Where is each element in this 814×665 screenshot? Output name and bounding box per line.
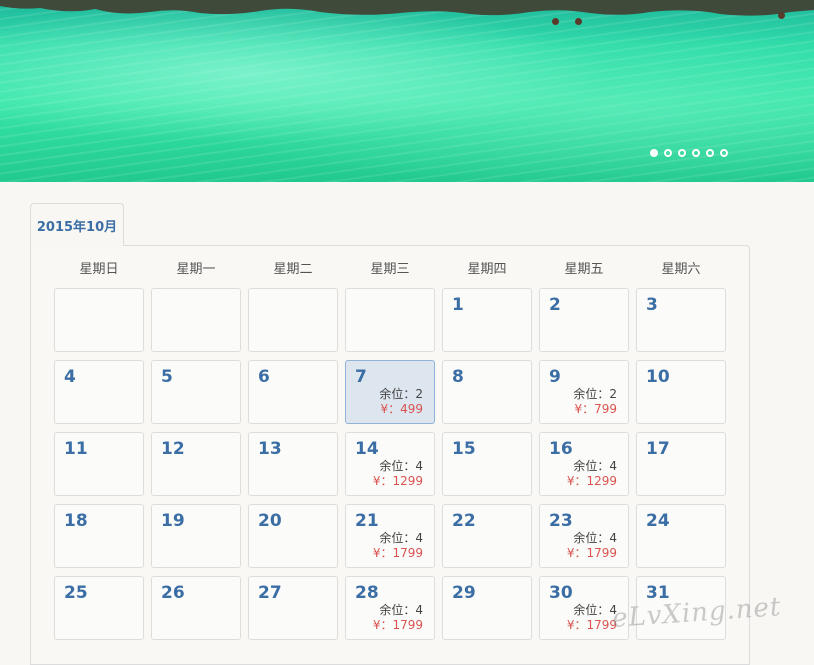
calendar-day-cell[interactable]: 19 — [151, 504, 241, 568]
weekday-label: 星期四 — [467, 262, 507, 277]
slide-dot[interactable] — [720, 149, 728, 157]
day-number: 10 — [646, 367, 670, 387]
calendar-day-cell[interactable]: 20 — [248, 504, 338, 568]
day-number: 15 — [452, 439, 476, 459]
day-number: 17 — [646, 439, 670, 459]
calendar-day-cell[interactable]: 1 — [442, 288, 532, 352]
calendar-day-cell[interactable]: 10 — [636, 360, 726, 424]
price-label: ¥：1799 — [372, 546, 423, 560]
calendar-day-cell[interactable]: 5 — [151, 360, 241, 424]
swimmer-figure — [552, 18, 559, 25]
price-label: ¥：1799 — [372, 618, 423, 632]
day-number: 21 — [355, 511, 379, 531]
slide-dot[interactable] — [706, 149, 714, 157]
calendar-day-cell[interactable]: 4 — [54, 360, 144, 424]
weekday-label: 星期六 — [661, 262, 701, 277]
price-label: ¥：1799 — [566, 618, 617, 632]
day-number: 9 — [549, 367, 561, 387]
price-label: ¥：799 — [574, 402, 617, 416]
calendar-empty-cell — [345, 288, 435, 352]
calendar-day-cell[interactable]: 27 — [248, 576, 338, 640]
day-number: 7 — [355, 367, 367, 387]
calendar-empty-cell — [151, 288, 241, 352]
calendar-day-cell[interactable]: 7 余位：2 ¥：499 — [345, 360, 435, 424]
calendar-day-cell[interactable]: 22 — [442, 504, 532, 568]
day-number: 13 — [258, 439, 282, 459]
day-number: 29 — [452, 583, 476, 603]
slide-dot[interactable] — [664, 149, 672, 157]
calendar-day-cell[interactable]: 28 余位：4 ¥：1799 — [345, 576, 435, 640]
day-number: 30 — [549, 583, 573, 603]
day-number: 3 — [646, 295, 658, 315]
day-number: 14 — [355, 439, 379, 459]
calendar-day-cell[interactable]: 25 — [54, 576, 144, 640]
day-number: 6 — [258, 367, 270, 387]
day-number: 1 — [452, 295, 464, 315]
day-number: 2 — [549, 295, 561, 315]
price-label: ¥：499 — [380, 402, 423, 416]
calendar-day-cell[interactable]: 15 — [442, 432, 532, 496]
calendar: 2015年10月 星期日 星期一 星期二 星期三 星期四 星期五 星期六 1 2 3 4 5 6 7 余位… — [30, 203, 750, 665]
calendar-day-cell[interactable]: 2 — [539, 288, 629, 352]
calendar-day-cell[interactable]: 11 — [54, 432, 144, 496]
weekday-label: 星期三 — [370, 262, 410, 277]
day-number: 22 — [452, 511, 476, 531]
slide-dot[interactable] — [692, 149, 700, 157]
calendar-day-cell[interactable]: 14 余位：4 ¥：1299 — [345, 432, 435, 496]
calendar-day-cell[interactable]: 12 — [151, 432, 241, 496]
day-number: 24 — [646, 511, 670, 531]
calendar-day-cell[interactable]: 8 — [442, 360, 532, 424]
day-number: 16 — [549, 439, 573, 459]
calendar-day-cell[interactable]: 17 — [636, 432, 726, 496]
tab-month[interactable]: 2015年10月 — [30, 203, 124, 246]
weekday-label: 星期一 — [176, 262, 216, 277]
calendar-day-cell[interactable]: 6 — [248, 360, 338, 424]
weekday-label: 星期二 — [273, 262, 313, 277]
price-label: ¥：1299 — [372, 474, 423, 488]
weekday-label: 星期五 — [564, 262, 604, 277]
price-label: ¥：1799 — [566, 546, 617, 560]
calendar-empty-cell — [54, 288, 144, 352]
hero-banner — [0, 0, 814, 182]
calendar-empty-cell — [248, 288, 338, 352]
day-number: 18 — [64, 511, 88, 531]
day-number: 23 — [549, 511, 573, 531]
slide-dot[interactable] — [650, 149, 658, 157]
calendar-day-cell[interactable]: 9 余位：2 ¥：799 — [539, 360, 629, 424]
rocks-shoreline — [0, 0, 814, 16]
day-number: 28 — [355, 583, 379, 603]
swimmer-figure — [575, 18, 582, 25]
calendar-day-cell[interactable]: 3 — [636, 288, 726, 352]
calendar-day-cell[interactable]: 21 余位：4 ¥：1799 — [345, 504, 435, 568]
calendar-day-cell[interactable]: 16 余位：4 ¥：1299 — [539, 432, 629, 496]
calendar-day-cell[interactable]: 26 — [151, 576, 241, 640]
day-number: 26 — [161, 583, 185, 603]
day-number: 4 — [64, 367, 76, 387]
calendar-day-cell[interactable]: 18 — [54, 504, 144, 568]
swimmer-figure — [778, 12, 785, 19]
day-number: 11 — [64, 439, 88, 459]
price-label: ¥：1299 — [566, 474, 617, 488]
slider-dots — [650, 149, 728, 157]
calendar-day-cell[interactable]: 29 — [442, 576, 532, 640]
slide-dot[interactable] — [678, 149, 686, 157]
day-number: 5 — [161, 367, 173, 387]
day-number: 12 — [161, 439, 185, 459]
calendar-day-cell[interactable]: 23 余位：4 ¥：1799 — [539, 504, 629, 568]
calendar-day-cell[interactable]: 13 — [248, 432, 338, 496]
day-number: 8 — [452, 367, 464, 387]
day-number: 25 — [64, 583, 88, 603]
weekday-header: 星期日 星期一 星期二 星期三 星期四 星期五 星期六 — [54, 258, 726, 278]
day-number: 20 — [258, 511, 282, 531]
day-number: 27 — [258, 583, 282, 603]
calendar-day-cell[interactable]: 24 — [636, 504, 726, 568]
day-number: 19 — [161, 511, 185, 531]
weekday-label: 星期日 — [79, 262, 119, 277]
